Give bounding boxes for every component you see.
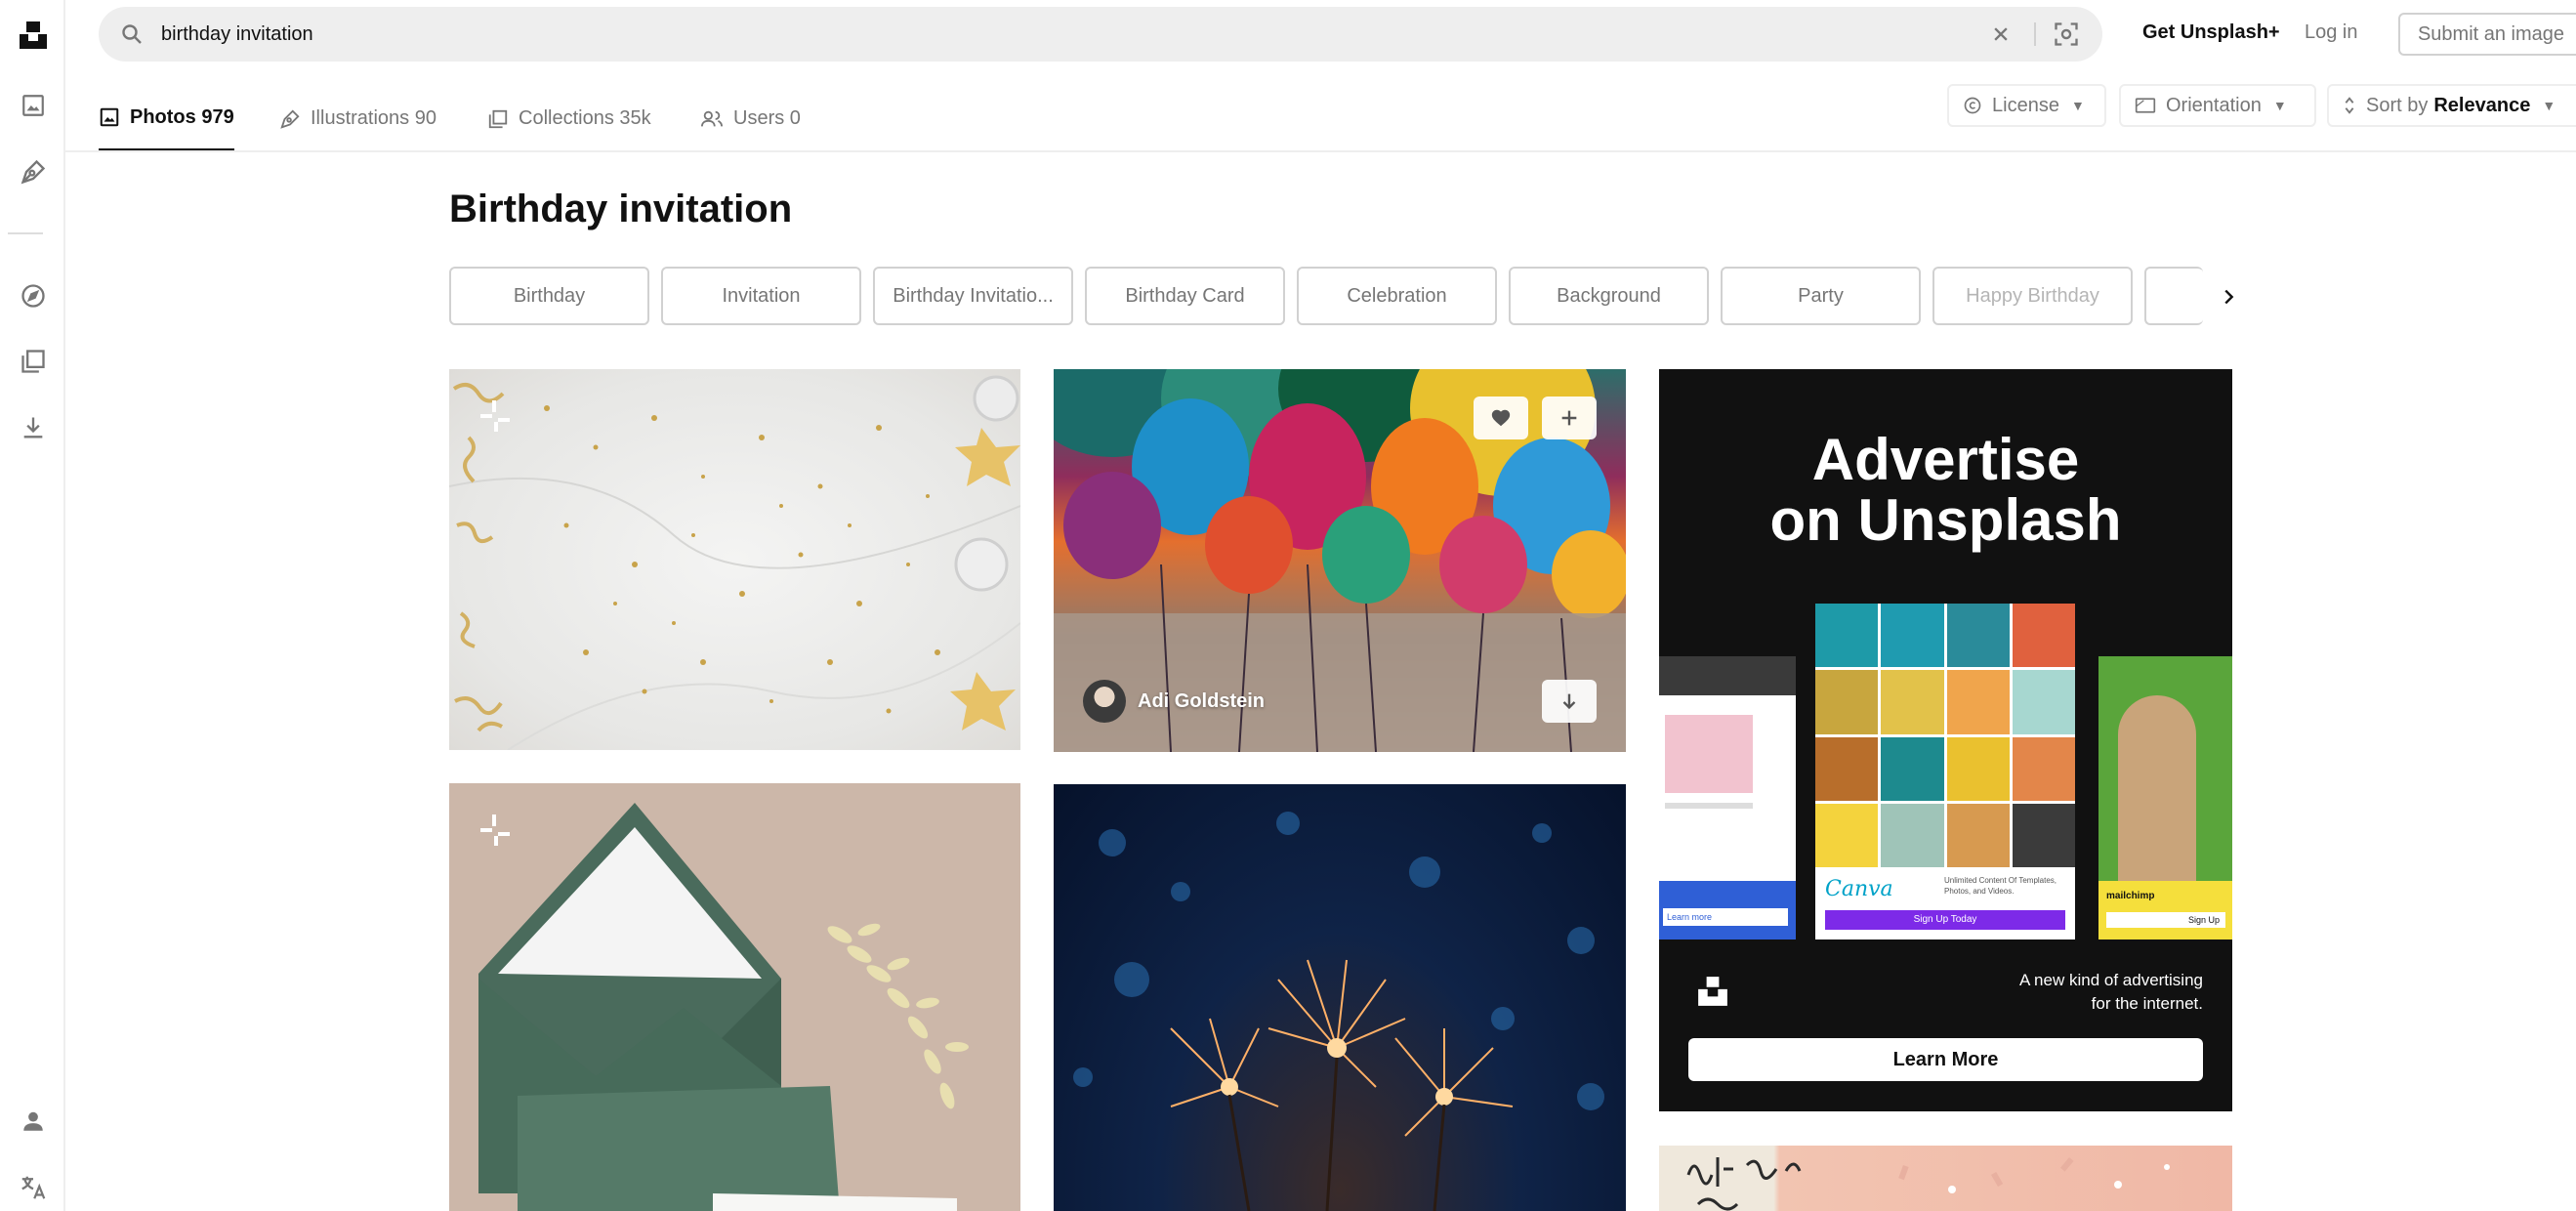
tab-illustrations-label: Illustrations <box>311 107 410 129</box>
tab-illustrations-count: 90 <box>414 107 436 129</box>
tab-collections-count: 35k <box>619 107 651 129</box>
unsplash-logo-icon[interactable] <box>0 14 65 57</box>
advertise-on-unsplash-ad[interactable]: Advertise on Unsplash Learn more Canva U… <box>1659 369 2232 1111</box>
download-nav-icon[interactable] <box>0 406 65 449</box>
chip-birthday[interactable]: Birthday <box>449 267 649 325</box>
ad-mock-mailchimp: mailchimp Sign Up <box>2098 656 2232 940</box>
envelope-image <box>478 803 969 1211</box>
ad-title: Advertise on Unsplash <box>1659 430 2232 551</box>
clear-search-icon[interactable] <box>1987 21 2015 53</box>
submit-image-button[interactable]: Submit an image <box>2398 13 2576 56</box>
collections-nav-icon[interactable] <box>0 340 65 383</box>
avatar <box>1083 680 1126 723</box>
get-unsplash-plus-link[interactable]: Get Unsplash+ <box>2142 21 2280 44</box>
language-translate-icon[interactable] <box>0 1166 65 1209</box>
like-button[interactable] <box>1474 397 1528 439</box>
orientation-filter-label: Orientation <box>2166 94 2262 116</box>
orientation-filter[interactable]: Orientation ▼ <box>2119 84 2316 127</box>
arrow-down-icon <box>1562 693 1576 710</box>
canva-logo: Canva <box>1825 877 1893 901</box>
tab-photos-label: Photos <box>130 105 196 128</box>
add-to-collection-button[interactable] <box>1542 397 1597 439</box>
ad-mock-left-cta: Learn more <box>1663 908 1788 926</box>
photo-colorful-balloons[interactable]: Adi Goldstein <box>1054 369 1626 752</box>
license-filter-label: License <box>1992 94 2059 116</box>
photo-gold-confetti-marble[interactable] <box>449 369 1020 750</box>
chip-birthday-invitation[interactable]: Birthday Invitatio... <box>873 267 1073 325</box>
author-name[interactable]: Adi Goldstein <box>1138 690 1265 713</box>
canva-cta: Sign Up Today <box>1825 910 2065 930</box>
ad-title-line1: Advertise <box>1811 427 2080 492</box>
chip-happy-birthday[interactable]: Happy Birthday <box>1932 267 2133 325</box>
collections-tab-icon <box>488 109 508 128</box>
learn-more-button[interactable]: Learn More <box>1688 1038 2203 1081</box>
sort-filter[interactable]: Sort by Relevance ▼ <box>2327 84 2576 127</box>
mailchimp-cta: Sign Up <box>2106 912 2225 928</box>
mailchimp-brand: mailchimp <box>2106 891 2155 901</box>
photo-author[interactable]: Adi Goldstein <box>1083 680 1265 723</box>
search-icon[interactable] <box>120 22 144 51</box>
tab-users-count: 0 <box>789 107 801 129</box>
sort-arrows-icon <box>2345 97 2354 114</box>
chip-overflow[interactable] <box>2144 267 2203 325</box>
header-divider <box>65 150 2576 152</box>
chip-party[interactable]: Party <box>1721 267 1921 325</box>
photo-sparklers[interactable] <box>1054 784 1626 1211</box>
heart-icon <box>1491 409 1511 427</box>
tab-photos-count: 979 <box>201 105 234 128</box>
chevron-down-icon: ▼ <box>2542 98 2556 113</box>
photos-nav-icon[interactable] <box>0 84 65 127</box>
tab-collections[interactable]: Collections 35k <box>487 86 651 151</box>
page-title: Birthday invitation <box>449 188 793 230</box>
copyright-icon <box>1964 97 1981 114</box>
chevron-down-icon: ▼ <box>2272 98 2287 113</box>
birthday-lettering-image <box>1686 1157 2170 1211</box>
download-button[interactable] <box>1542 680 1597 723</box>
search-divider <box>2034 22 2036 46</box>
ad-title-line2: on Unsplash <box>1769 487 2122 553</box>
license-filter[interactable]: License ▼ <box>1947 84 2106 127</box>
search-input[interactable] <box>161 7 2016 62</box>
login-link[interactable]: Log in <box>2305 21 2358 44</box>
tab-users-label: Users <box>733 107 785 129</box>
photos-tab-icon <box>100 107 119 127</box>
ad-tagline: A new kind of advertising for the intern… <box>1910 969 2203 1016</box>
unsplash-logo-icon <box>1696 975 1729 1013</box>
tab-users[interactable]: Users 0 <box>700 86 801 151</box>
search-bar <box>99 7 2102 62</box>
tab-illustrations[interactable]: Illustrations 90 <box>279 86 436 151</box>
ad-mock-canva: Canva Unlimited Content Of Templates, Ph… <box>1815 604 2075 940</box>
photo-green-envelope[interactable] <box>449 783 1020 1211</box>
chevron-down-icon: ▼ <box>2070 98 2085 113</box>
ad-tagline-line2: for the internet. <box>2091 994 2203 1013</box>
rail-divider <box>8 232 43 234</box>
unsplash-plus-badge-icon <box>477 811 516 850</box>
sort-prefix-label: Sort by <box>2366 94 2429 116</box>
tab-collections-label: Collections <box>519 107 614 129</box>
canva-text: Unlimited Content Of Templates, Photos, … <box>1944 876 2057 896</box>
plus-icon <box>1561 410 1577 426</box>
account-user-icon[interactable] <box>0 1100 65 1143</box>
photo-its-my-birthday[interactable] <box>1659 1146 2232 1211</box>
chip-background[interactable]: Background <box>1509 267 1709 325</box>
illustrations-tab-icon <box>280 108 300 129</box>
unsplash-plus-badge-icon <box>477 397 516 436</box>
tab-photos[interactable]: Photos 979 <box>99 86 234 151</box>
explore-compass-icon[interactable] <box>0 274 65 317</box>
chip-celebration[interactable]: Celebration <box>1297 267 1497 325</box>
chip-birthday-card[interactable]: Birthday Card <box>1085 267 1285 325</box>
users-tab-icon <box>701 110 723 126</box>
chevron-right-icon[interactable] <box>2209 277 2248 316</box>
ad-mock-left: Learn more <box>1659 656 1796 940</box>
orientation-icon <box>2135 98 2156 113</box>
left-rail <box>0 0 65 1211</box>
illustrations-nav-icon[interactable] <box>0 150 65 193</box>
sort-value-label: Relevance <box>2433 94 2531 116</box>
chip-invitation[interactable]: Invitation <box>661 267 861 325</box>
ad-tagline-line1: A new kind of advertising <box>2018 971 2203 989</box>
visual-search-icon[interactable] <box>2053 21 2080 53</box>
sparklers-image <box>1073 812 1604 1211</box>
confetti-image <box>449 375 1020 750</box>
